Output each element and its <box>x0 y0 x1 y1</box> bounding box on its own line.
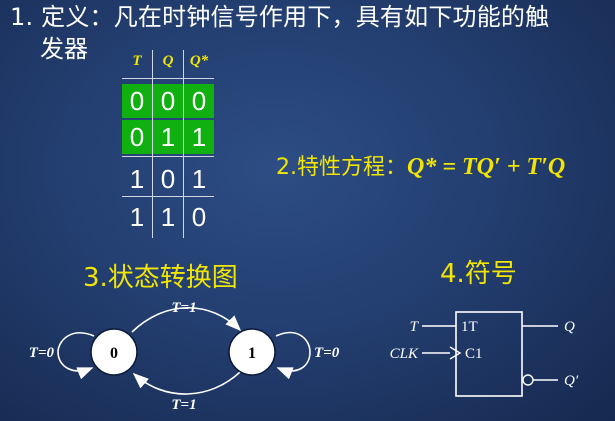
self-loop-label-1: T=0 <box>314 345 340 361</box>
cell-q: 1 <box>160 201 176 232</box>
cell-t: 1 <box>129 163 145 194</box>
cell-q-next: 0 <box>184 84 214 118</box>
truth-table-row: 1 1 0 <box>122 200 214 234</box>
truth-table-row: 1 0 1 <box>122 162 214 196</box>
cell-q-next: 0 <box>191 201 207 232</box>
truth-table-row: 0 0 0 <box>122 84 214 118</box>
heading-line-2: 发器 <box>40 35 88 63</box>
truth-table-header-row: T Q Q* <box>122 50 214 72</box>
cell-t: 1 <box>129 201 145 232</box>
transition-label-bottom: T=1 <box>171 397 196 413</box>
flip-flop-symbol: T CLK 1T C1 Q Q′ <box>390 311 579 397</box>
qn-output-label: Q′ <box>564 373 579 389</box>
transition-arrow-bottom <box>132 371 241 395</box>
self-loop-0 <box>57 332 95 380</box>
state-label-0: 0 <box>110 345 118 362</box>
symbol-title: 4.符号 <box>440 259 517 289</box>
cell-q-next: 1 <box>191 163 207 194</box>
t-input-label: T <box>410 319 420 335</box>
truth-table: T Q Q* 0 0 0 0 1 1 1 0 1 1 1 0 <box>122 50 214 238</box>
clk-input-label: CLK <box>390 346 419 362</box>
equation-formula: Q* = TQ′ + T′Q <box>407 154 566 180</box>
self-loop-1 <box>275 331 311 380</box>
clock-triangle-icon <box>449 346 462 360</box>
equation-label: 2.特性方程： <box>276 155 407 180</box>
state-diagram: 0 1 T=1 T=1 T=0 T=0 <box>29 300 340 413</box>
characteristic-equation: 2.特性方程：Q* = TQ′ + T′Q <box>276 152 565 183</box>
inversion-bubble-icon <box>522 374 534 386</box>
header-q-next: Q* <box>189 52 209 69</box>
table-divider <box>122 78 214 79</box>
heading-line-1: 1. 定义：凡在时钟信号作用下，具有如下功能的触 <box>10 3 550 31</box>
cell-q-next: 1 <box>184 120 214 154</box>
cell-q: 0 <box>153 84 183 118</box>
cell-q: 1 <box>153 120 183 154</box>
transition-label-top: T=1 <box>171 300 196 316</box>
inner-t-label: 1T <box>461 319 478 335</box>
header-t: T <box>132 52 142 69</box>
table-divider <box>122 196 214 197</box>
header-q: Q <box>162 52 174 69</box>
self-loop-label-0: T=0 <box>29 345 55 361</box>
cell-t: 0 <box>122 120 152 154</box>
q-output-label: Q <box>564 319 575 335</box>
state-label-1: 1 <box>248 345 256 362</box>
table-divider <box>122 156 214 157</box>
inner-clk-label: C1 <box>465 346 483 362</box>
cell-t: 0 <box>122 84 152 118</box>
truth-table-row: 0 1 1 <box>122 120 214 154</box>
cell-q: 0 <box>160 163 176 194</box>
